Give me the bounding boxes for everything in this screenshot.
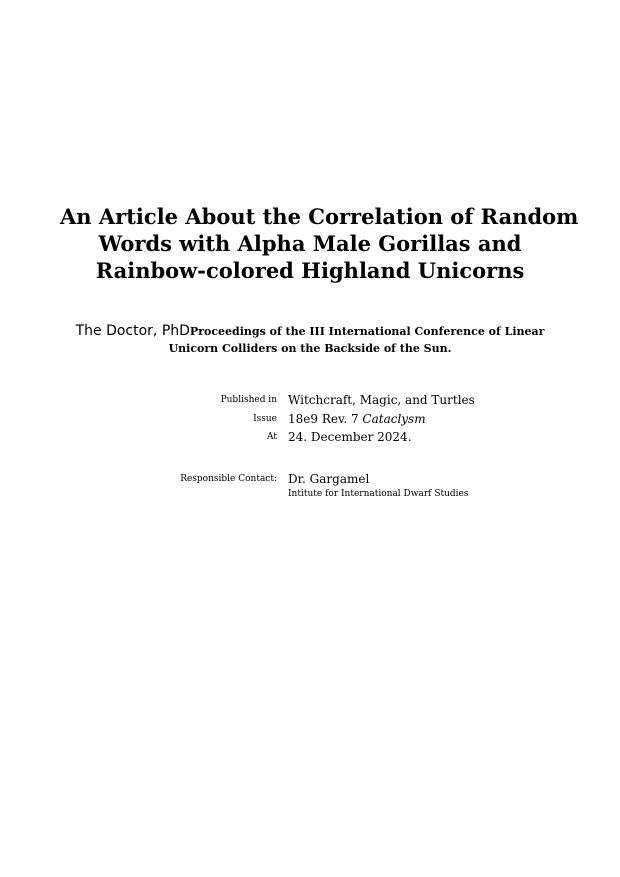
- contact-row: Responsible Contact: Dr. Gargamel: [0, 469, 620, 489]
- issue-value: 18e9 Rev. 7: [288, 412, 359, 426]
- issue-row: Issue 18e9 Rev. 7 Cataclysm: [0, 409, 620, 429]
- title-line-3: Rainbow-colored Highland Unicorns: [95, 258, 525, 283]
- byline-line-1: The Doctor, PhDProceedings of the III In…: [40, 323, 580, 340]
- title-line-1: An Article About the Correlation of Rand…: [60, 204, 579, 229]
- at-label: At: [267, 432, 277, 442]
- contact-name: Dr. Gargamel: [288, 472, 370, 486]
- title-line-2: Words with Alpha Male Gorillas and: [98, 231, 522, 256]
- proceedings-line-1: Proceedings of the III International Con…: [189, 325, 545, 338]
- published-in-label: Published in: [220, 395, 277, 405]
- at-row: At 24. December 2024.: [0, 427, 620, 447]
- contact-institution: Intitute for International Dwarf Studies: [288, 489, 469, 499]
- article-title: An Article About the Correlation of Rand…: [60, 203, 579, 284]
- published-in-value: Witchcraft, Magic, and Turtles: [288, 393, 475, 407]
- byline: The Doctor, PhDProceedings of the III In…: [40, 323, 580, 357]
- at-value: 24. December 2024.: [288, 430, 412, 444]
- issue-value-wrap: 18e9 Rev. 7 Cataclysm: [288, 409, 426, 429]
- contact-label: Responsible Contact:: [180, 474, 277, 484]
- published-in-row: Published in Witchcraft, Magic, and Turt…: [0, 390, 620, 410]
- proceedings-line-2: Unicorn Colliders on the Backside of the…: [168, 342, 452, 355]
- issue-name: Cataclysm: [362, 412, 426, 426]
- author-name: The Doctor, PhD: [75, 323, 190, 339]
- issue-label: Issue: [253, 414, 277, 424]
